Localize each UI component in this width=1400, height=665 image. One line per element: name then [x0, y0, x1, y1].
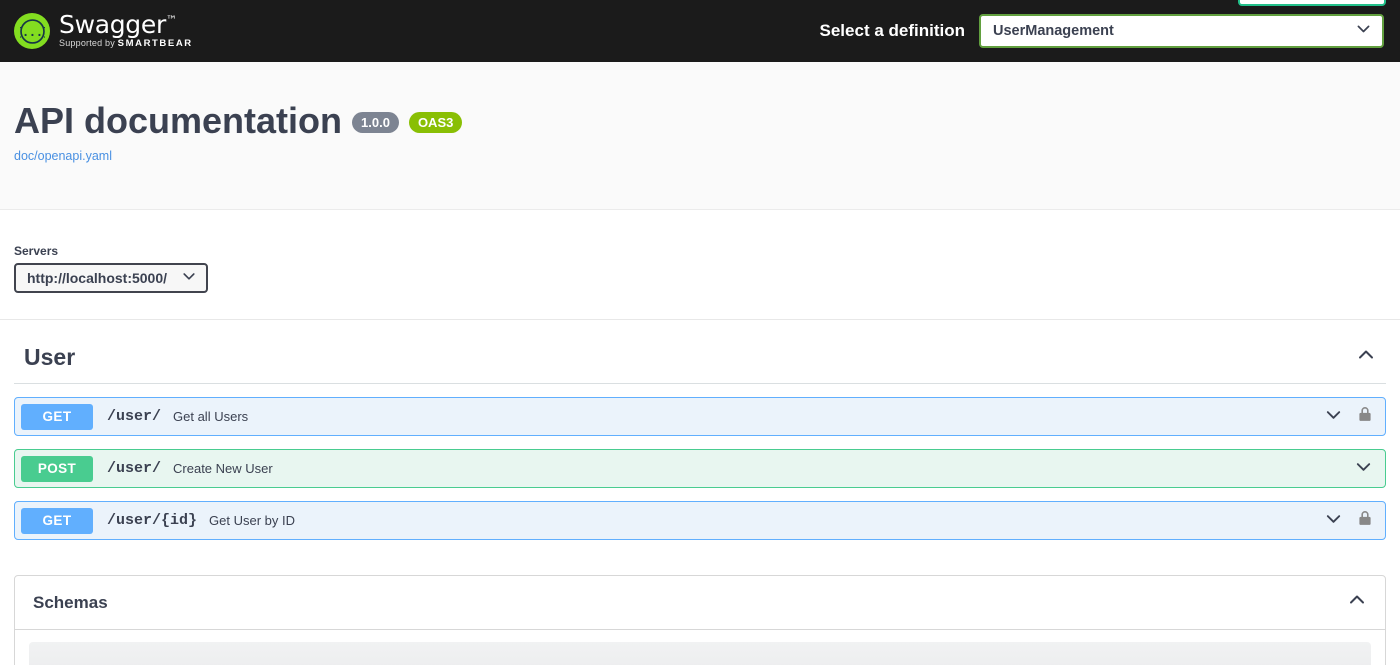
tag-section-user: User GET /user/ Get all Users POST /user… [14, 338, 1386, 540]
http-method-badge: POST [21, 455, 93, 482]
schemas-panel: Schemas User [14, 575, 1386, 665]
logo-wordmark: Swagger [59, 9, 166, 39]
schema-model-user[interactable]: User [29, 642, 1371, 665]
servers-label: Servers [14, 244, 59, 258]
definition-label: Select a definition [819, 21, 965, 40]
tag-name: User [24, 344, 76, 370]
operation-row-get-user[interactable]: GET /user/ Get all Users [14, 397, 1386, 436]
server-select[interactable]: http://localhost:5000/ [14, 263, 209, 293]
operation-summary: Get all Users [173, 409, 249, 424]
oas-version-badge: OAS3 [408, 111, 463, 133]
definition-select[interactable]: UserManagement [979, 14, 1384, 48]
operation-row-icons [1324, 405, 1377, 429]
chevron-down-icon [1355, 20, 1372, 42]
server-selected-value: http://localhost:5000/ [27, 270, 168, 286]
chevron-down-icon[interactable] [1324, 509, 1343, 533]
servers-block: Servers http://localhost:5000/ Authorize [0, 0, 1400, 320]
operation-summary: Get User by ID [209, 513, 295, 528]
lock-icon[interactable] [1357, 509, 1373, 533]
definition-selected-value: UserManagement [993, 23, 1114, 39]
page-title: API documentation [14, 100, 343, 141]
chevron-down-icon[interactable] [1324, 405, 1343, 429]
operation-path: /user/ [107, 460, 162, 477]
authorize-button[interactable]: Authorize [1238, 0, 1386, 6]
operation-row-icons [1324, 509, 1377, 533]
operation-row-icons [1354, 457, 1377, 481]
swagger-logo-icon: {...} [14, 13, 50, 49]
lock-icon[interactable] [1357, 405, 1373, 429]
logo-supported-by-text: Supported by [59, 37, 115, 48]
operation-row-get-user-by-id[interactable]: GET /user/{id} Get User by ID [14, 501, 1386, 540]
http-method-badge: GET [21, 403, 93, 430]
chevron-up-icon[interactable] [1356, 345, 1376, 370]
operation-summary: Create New User [173, 461, 273, 476]
http-method-badge: GET [21, 507, 93, 534]
operations-section: User GET /user/ Get all Users POST /user… [0, 338, 1400, 540]
operation-path: /user/ [107, 408, 162, 425]
top-bar: {...} Swagger™ Supported by SMARTBEAR Se… [0, 0, 1400, 62]
chevron-down-icon [181, 268, 197, 289]
tag-header-user[interactable]: User [14, 338, 1386, 384]
definition-selector-area: Select a definition UserManagement [820, 0, 1384, 62]
schemas-title: Schemas [33, 592, 108, 612]
svg-text:{...}: {...} [20, 25, 45, 39]
trademark-symbol: ™ [165, 13, 177, 27]
version-badge: 1.0.0 [352, 111, 399, 133]
api-title-row: API documentation 1.0.0 OAS3 [14, 102, 1386, 140]
openapi-spec-link[interactable]: doc/openapi.yaml [14, 149, 112, 163]
schemas-header[interactable]: Schemas [15, 576, 1385, 630]
chevron-down-icon[interactable] [1354, 457, 1373, 481]
swagger-logo-link[interactable]: {...} Swagger™ Supported by SMARTBEAR [14, 12, 193, 51]
api-info-header: API documentation 1.0.0 OAS3 doc/openapi… [0, 62, 1400, 210]
operation-row-post-user[interactable]: POST /user/ Create New User [14, 449, 1386, 488]
logo-brand-name: SMARTBEAR [117, 37, 193, 49]
chevron-up-icon[interactable] [1347, 590, 1367, 615]
operation-path: /user/{id} [107, 512, 198, 529]
